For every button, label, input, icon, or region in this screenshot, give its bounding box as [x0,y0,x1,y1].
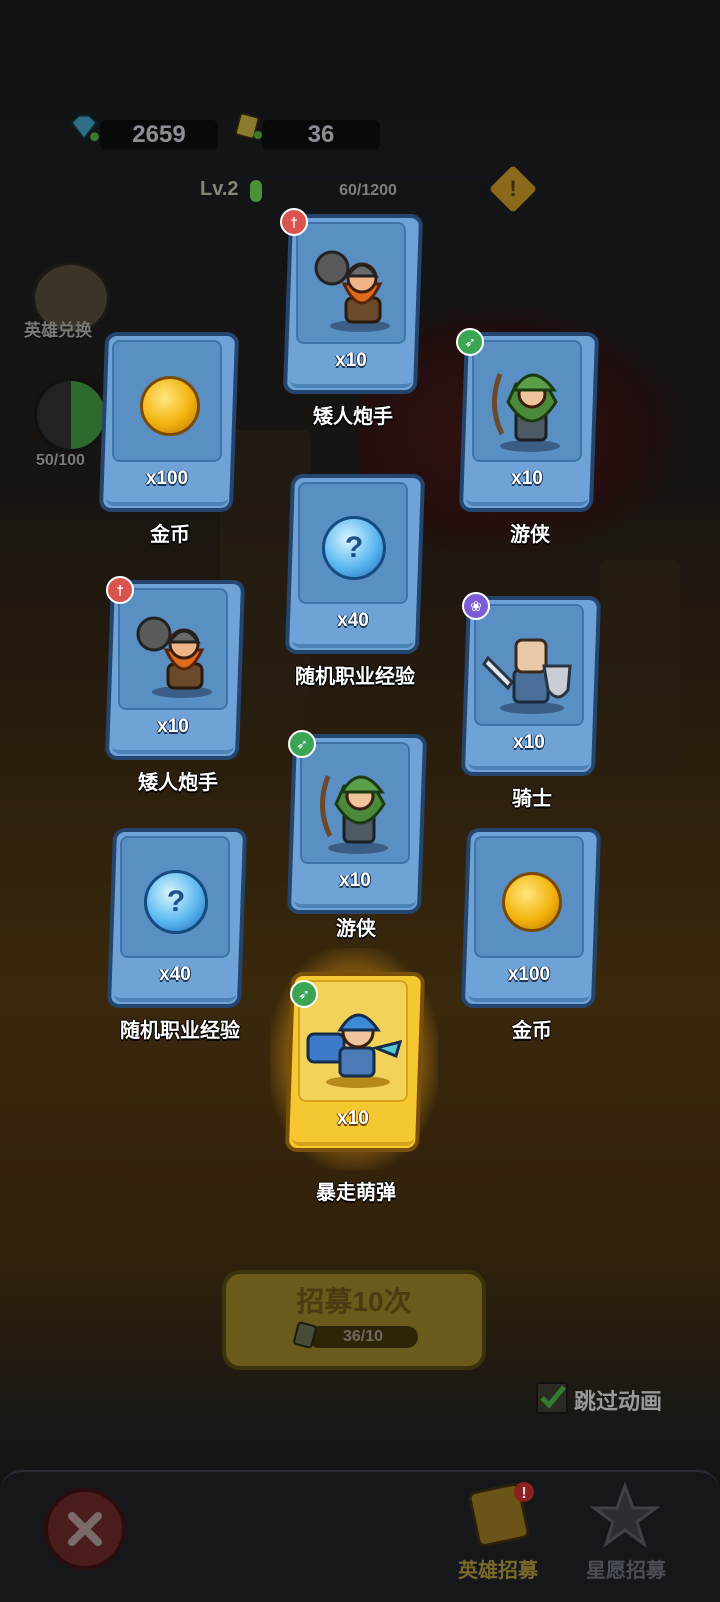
card-quantity: x100 [145,468,189,489]
card-portrait [296,222,406,344]
reward-card-exp-orb[interactable]: ? x40 [284,474,426,654]
card-quantity: x10 [339,870,371,891]
card-portrait: ? [120,836,230,958]
ticket-count: 36 [307,121,335,148]
star-wish-button[interactable] [34,378,108,452]
card-quantity: x40 [159,964,191,985]
card-name: 矮人炮手 [313,406,393,428]
card-portrait [472,340,582,462]
card-portrait: ? [298,482,408,604]
check-icon [540,1385,566,1409]
close-icon [68,1512,102,1546]
card-portrait [118,588,228,710]
gem-counter: 2659 [100,120,218,150]
reward-card-gold-coin[interactable]: x100 [460,828,602,1008]
question-orb-icon: ? [144,870,208,934]
dwarf-gunner-icon [136,616,212,698]
close-button[interactable] [44,1488,126,1570]
skip-checkbox[interactable] [536,1382,568,1414]
card-portrait [300,742,410,864]
tab-wish-recruit[interactable] [589,1480,661,1550]
recruit-scroll-icon: ! [468,1482,534,1547]
card-quantity: x10 [335,350,367,371]
wish-star-icon [589,1481,661,1548]
card-name: 矮人炮手 [138,772,218,794]
reward-card-dwarf-gunner[interactable]: x10 [282,214,424,394]
xp-bar: 60/1200 [250,180,486,202]
ranger-icon [320,775,388,854]
player-level: Lv.2 [200,178,239,200]
card-name: 游侠 [510,524,550,546]
reward-card-gold-coin[interactable]: x100 [98,332,240,512]
card-wave [468,984,590,1002]
card-quantity: x10 [337,1108,369,1129]
reward-card-dwarf-gunner[interactable]: x10 [104,580,246,760]
reward-card-ranger[interactable]: x10 [458,332,600,512]
ranger-icon [492,373,560,452]
card-wave [294,890,416,908]
card-wave [112,736,234,754]
ticket-counter: 36 [262,120,380,150]
card-name: 暴走萌弹 [316,1182,396,1204]
sword-icon: † [106,576,134,604]
tab-hero-recruit-label: 英雄招募 [458,1560,538,1582]
card-name: 金币 [512,1020,552,1042]
gem-count: 2659 [132,121,186,148]
card-portrait [112,340,222,462]
card-wave [114,984,236,1002]
reward-card-knight[interactable]: x10 [460,596,602,776]
recruit-ticket-count: 36/10 [308,1326,418,1348]
card-portrait [474,604,584,726]
tab-wish-recruit-label: 星愿招募 [586,1560,666,1582]
card-name: 骑士 [512,788,552,810]
card-wave [466,488,588,506]
paw-icon: ❀ [462,592,490,620]
card-name: 随机职业经验 [120,1020,240,1042]
card-wave [468,752,590,770]
question-orb-icon: ? [322,516,386,580]
skip-label: 跳过动画 [574,1389,663,1414]
sword-icon: † [280,208,308,236]
star-progress: 50/100 [36,452,85,469]
card-name: 随机职业经验 [295,666,415,688]
card-wave [292,630,414,648]
bow-icon: ➶ [456,328,484,356]
bow-icon: ➶ [290,980,318,1008]
card-quantity: x40 [337,610,369,631]
reward-card-ranger[interactable]: x10 [286,734,428,914]
rampage-gunner-icon [306,1013,403,1088]
hero-exchange-label: 英雄兑换 [24,321,92,340]
gem-icon [70,114,99,142]
recruit-10-button[interactable]: 招募10次 36/10 [222,1270,486,1370]
card-quantity: x10 [513,732,545,753]
card-wave [106,488,228,506]
exclamation-icon[interactable]: ! [488,164,538,214]
knight-icon [482,638,572,714]
card-wave [292,1128,414,1146]
ticket-icon [293,1321,317,1349]
card-name: 游侠 [336,918,376,940]
bow-icon: ➶ [288,730,316,758]
gold-coin-icon [140,376,200,436]
card-wave [290,370,412,388]
svg-text:!: ! [521,1485,526,1502]
recruit-label: 招募10次 [296,1286,412,1317]
card-quantity: x100 [507,964,551,985]
card-quantity: x10 [511,468,543,489]
gold-coin-icon [502,872,562,932]
ticket-icon [235,113,262,140]
bottom-nav: ! 英雄招募 星愿招募 [0,1470,720,1602]
card-quantity: x10 [157,716,189,737]
tab-hero-recruit[interactable]: ! [454,1480,544,1562]
xp-text: 60/1200 [339,182,397,199]
reward-card-exp-orb[interactable]: ? x40 [106,828,248,1008]
card-name: 金币 [150,524,190,546]
card-portrait [474,836,584,958]
dwarf-gunner-icon [314,250,390,332]
